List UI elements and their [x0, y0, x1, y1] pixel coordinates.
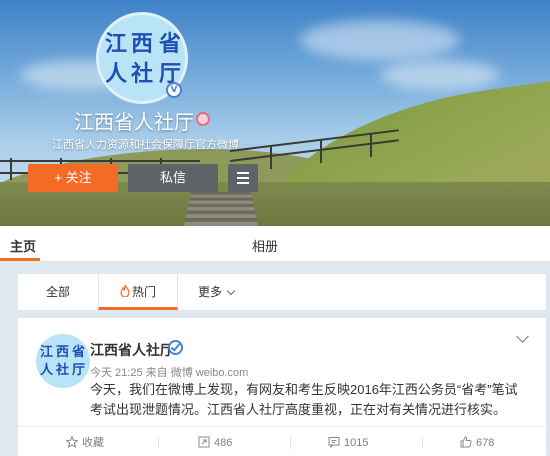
tab-album[interactable]: 相册 [252, 236, 278, 255]
verified-badge-icon [168, 340, 183, 355]
profile-tab-bar: 主页 相册 [0, 226, 550, 262]
more-menu-button[interactable] [228, 164, 258, 192]
thumbs-up-icon [460, 436, 472, 448]
filter-tab-label: 热门 [131, 285, 156, 299]
post-meta: 今天 21:25 来自 微博 weibo.com [90, 367, 249, 379]
like-count: 678 [476, 437, 495, 449]
flame-icon [120, 285, 130, 297]
divider [158, 437, 159, 449]
avatar-char: 江 [40, 345, 54, 360]
comment-count: 1015 [344, 437, 369, 449]
message-button[interactable]: 私信 [128, 164, 218, 192]
cloud-decoration [300, 20, 460, 60]
repost-count: 486 [214, 437, 233, 449]
comment-button[interactable]: 1015 [328, 435, 368, 451]
filter-tab-label: 更多 [197, 285, 222, 299]
filter-tab-more[interactable]: 更多 [186, 274, 246, 310]
post-action-bar: 收藏 486 1015 678 [18, 426, 546, 456]
divider [422, 437, 423, 449]
star-icon [65, 435, 79, 448]
stairs [178, 191, 264, 226]
post-author-name[interactable]: 江西省人社厅 [90, 340, 174, 360]
filter-tab-hot[interactable]: 热门 [98, 274, 178, 310]
avatar-char: 人 [40, 363, 54, 378]
comment-icon [328, 437, 340, 449]
like-button[interactable]: 678 [460, 435, 494, 451]
fence-post [10, 158, 12, 180]
verified-badge-icon: V [166, 82, 182, 98]
post-text: 今天，我们在微博上发现，有网友和考生反映2016年江西公务员“省考”笔试考试出现… [90, 382, 518, 417]
profile-name: 江西省人社厅 [74, 112, 194, 134]
chevron-down-icon[interactable] [516, 330, 529, 343]
cloud-decoration [380, 60, 500, 90]
tab-active-indicator [0, 258, 40, 261]
fence-post [370, 133, 372, 157]
tab-home[interactable]: 主页 [10, 236, 36, 255]
avatar-char: 社 [56, 363, 70, 378]
post-author-avatar[interactable]: 江 西 省 人 社 厅 [36, 334, 90, 388]
repost-button[interactable]: 486 [198, 435, 232, 451]
post-card: 江 西 省 人 社 厅 江西省人社厅 今天 21:25 来自 微博 weibo.… [18, 318, 546, 456]
follow-button[interactable]: + 关注 [28, 164, 118, 192]
avatar-char: 西 [131, 31, 154, 57]
ribbon-icon[interactable] [196, 112, 210, 126]
favorite-button[interactable]: 收藏 [65, 435, 104, 451]
avatar-char: 西 [56, 345, 70, 360]
fence-post [270, 145, 272, 169]
filter-tab-all[interactable]: 全部 [18, 274, 98, 310]
hamburger-icon [228, 164, 258, 184]
avatar-char: 省 [159, 31, 182, 57]
avatar-char: 江 [105, 31, 128, 57]
chevron-down-icon [226, 286, 236, 296]
divider [290, 437, 291, 449]
repost-icon [198, 436, 210, 448]
favorite-label: 收藏 [82, 437, 104, 449]
filter-tab-label: 全部 [45, 285, 70, 299]
avatar-char: 厅 [72, 363, 86, 378]
fence-rail [0, 160, 200, 162]
fence-post [320, 139, 322, 163]
profile-description: 江西省人力资源和社会保障厅官方微博 [52, 139, 239, 151]
feed-filter-bar: 全部 热门 更多 [18, 274, 546, 310]
avatar-char: 省 [72, 345, 86, 360]
avatar-char: 社 [131, 61, 154, 87]
avatar-char: 人 [105, 61, 128, 87]
